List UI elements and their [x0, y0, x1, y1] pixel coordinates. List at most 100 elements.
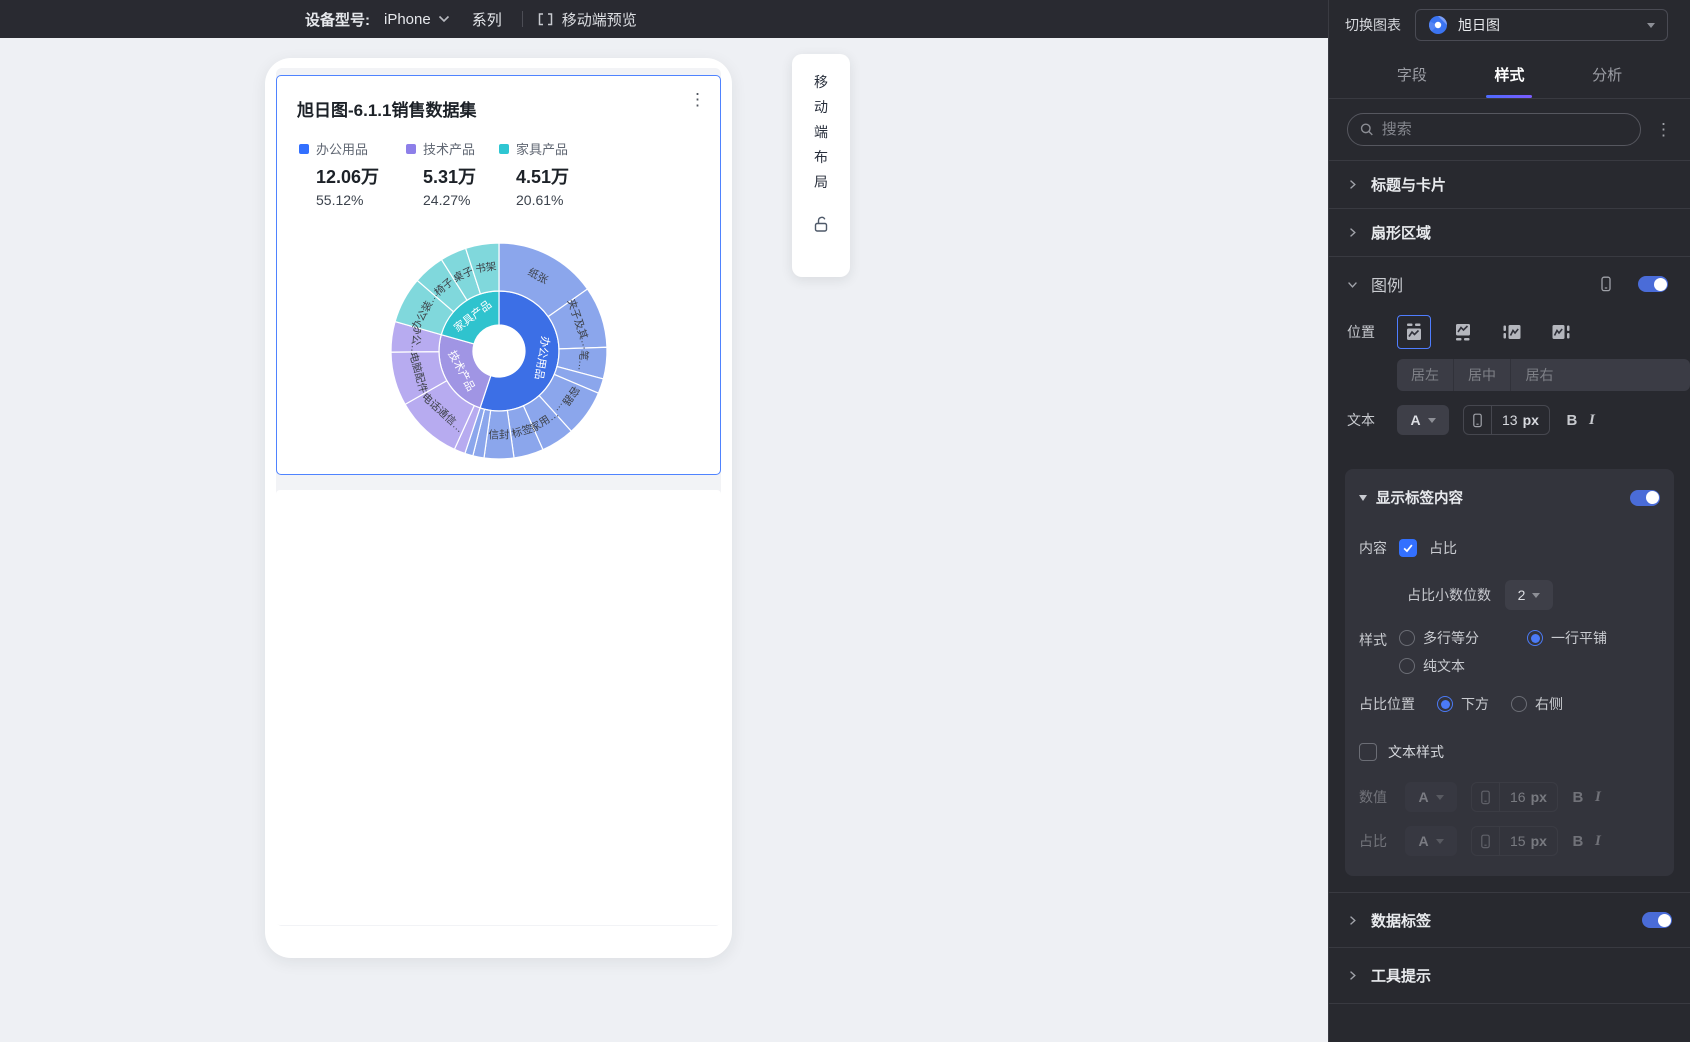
mobile-preview-label: 移动端预览 — [561, 11, 637, 29]
legend-toggle[interactable] — [1638, 276, 1668, 292]
value-row-label: 数值 — [1359, 789, 1387, 805]
style-panel: 切换图表 旭日图 字段 样式 分析 ⋮ 标题与卡片 — [1328, 0, 1690, 1042]
legend-value: 12.06万 — [316, 167, 380, 187]
value-color-button[interactable]: A — [1405, 782, 1457, 812]
radio-icon — [1399, 658, 1415, 674]
legend-position-bottom-button[interactable] — [1446, 315, 1480, 349]
content-row: 内容 占比 — [1359, 538, 1660, 558]
value-italic-button[interactable]: I — [1588, 789, 1608, 806]
section-data-label[interactable]: 数据标签 — [1329, 892, 1690, 948]
mobile-layout-panel[interactable]: 移 动 端 布 局 — [792, 54, 850, 277]
legend-value: 4.51万 — [516, 167, 570, 187]
radio-multiline[interactable]: 多行等分 — [1399, 628, 1527, 648]
unlock-icon[interactable] — [812, 215, 830, 238]
style-label: 样式 — [1359, 632, 1387, 648]
section-tooltip[interactable]: 工具提示 — [1329, 948, 1690, 1004]
italic-button[interactable]: I — [1582, 412, 1602, 429]
device-model-dropdown[interactable]: iPhone — [384, 11, 450, 28]
bold-button[interactable]: B — [1562, 412, 1582, 429]
legend-position-top-button[interactable] — [1397, 315, 1431, 349]
font-size-control[interactable]: 13 px — [1463, 405, 1550, 435]
tab-fields[interactable]: 字段 — [1397, 50, 1427, 98]
section-legend[interactable]: 图例 — [1329, 257, 1690, 311]
section-sector[interactable]: 扇形区域 — [1329, 209, 1690, 257]
value-size: 16 — [1510, 789, 1526, 805]
legend-position-right-button[interactable] — [1544, 315, 1578, 349]
search-row: ⋮ — [1329, 99, 1690, 161]
text-style-checkbox[interactable] — [1359, 743, 1377, 761]
tab-analysis[interactable]: 分析 — [1592, 50, 1622, 98]
legend-item[interactable]: 办公用品 12.06万 55.12% — [299, 139, 379, 208]
chevron-down-icon — [1348, 281, 1357, 288]
percent-option-label: 占比 — [1429, 540, 1457, 556]
empty-card[interactable] — [276, 490, 721, 925]
percent-style-row: 占比 A 15 px B I — [1359, 826, 1660, 856]
legend-value: 5.31万 — [423, 167, 477, 187]
check-icon — [1403, 544, 1413, 553]
triangle-down-icon — [1359, 494, 1367, 501]
tab-style[interactable]: 样式 — [1486, 50, 1533, 98]
legend-percent: 55.12% — [316, 192, 364, 208]
phone-icon — [1601, 276, 1611, 292]
legend-item[interactable]: 家具产品 4.51万 20.61% — [499, 139, 569, 208]
chevron-right-icon — [1350, 180, 1356, 189]
panel-tabs: 字段 样式 分析 — [1329, 50, 1690, 99]
chart-switcher-label: 切换图表 — [1345, 17, 1401, 33]
card-menu-dots[interactable]: ⋮ — [689, 90, 706, 110]
label-content-toggle[interactable] — [1630, 489, 1660, 506]
text-style-row: 文本样式 — [1359, 742, 1660, 762]
value-size-control[interactable]: 16 px — [1471, 782, 1558, 812]
sunburst-chart[interactable]: 办公用品纸张夹子及其…笔…容器…家用…标签信封技术产品电话通信…电脑配件办公…家… — [389, 241, 609, 461]
legend-item[interactable]: 技术产品 5.31万 24.27% — [406, 139, 476, 208]
percent-size: 15 — [1510, 833, 1526, 849]
chart-type-value: 旭日图 — [1458, 17, 1500, 33]
search-input[interactable] — [1381, 121, 1628, 138]
chevron-right-icon — [1350, 971, 1356, 980]
radio-icon — [1511, 696, 1527, 712]
legend-text-row: 文本 A 13 px B I — [1329, 405, 1690, 435]
decimal-places-dropdown[interactable]: 2 — [1505, 580, 1553, 610]
percent-checkbox[interactable] — [1399, 539, 1417, 557]
legend-position-left-button[interactable] — [1495, 315, 1529, 349]
percent-position-label: 占比位置 — [1359, 696, 1415, 712]
svg-text:信封: 信封 — [489, 428, 510, 441]
radio-right[interactable]: 右侧 — [1511, 694, 1563, 714]
radio-plaintext[interactable]: 纯文本 — [1399, 656, 1527, 676]
px-unit: px — [1530, 833, 1547, 849]
caret-down-icon — [1435, 838, 1444, 844]
chart-card[interactable]: 旭日图-6.1.1销售数据集 ⋮ 办公用品 12.06万 55.12% 技术产品… — [276, 75, 721, 475]
search-box[interactable] — [1347, 113, 1641, 146]
caret-down-icon — [1427, 417, 1436, 423]
legend-top-icon — [1407, 323, 1421, 340]
radio-icon — [1399, 630, 1415, 646]
mobile-preview-button[interactable]: 移动端预览 — [537, 9, 637, 30]
label-content-header[interactable]: 显示标签内容 — [1359, 487, 1660, 508]
device-model-value: iPhone — [384, 10, 431, 28]
text-color-button[interactable]: A — [1397, 405, 1449, 435]
value-bold-button[interactable]: B — [1568, 789, 1588, 806]
panel-menu-dots[interactable]: ⋮ — [1655, 121, 1672, 138]
phone-icon — [1473, 413, 1482, 427]
canvas-area: 旭日图-6.1.1销售数据集 ⋮ 办公用品 12.06万 55.12% 技术产品… — [0, 38, 1328, 1042]
chart-type-dropdown[interactable]: 旭日图 — [1415, 9, 1668, 41]
card-title: 旭日图-6.1.1销售数据集 — [297, 101, 477, 120]
radio-oneline[interactable]: 一行平铺 — [1527, 628, 1607, 648]
legend-align-left-button[interactable]: 居左 — [1397, 359, 1454, 391]
legend-swatch — [499, 143, 509, 154]
percent-bold-button[interactable]: B — [1568, 833, 1588, 850]
legend-position-label: 位置 — [1347, 324, 1375, 340]
section-title-card[interactable]: 标题与卡片 — [1329, 161, 1690, 209]
chevron-down-icon — [438, 15, 449, 23]
percent-italic-button[interactable]: I — [1588, 833, 1608, 850]
percent-size-control[interactable]: 15 px — [1471, 826, 1558, 856]
radio-below[interactable]: 下方 — [1437, 694, 1489, 714]
svg-text:笔…: 笔… — [575, 349, 590, 371]
mobile-layout-char: 动 — [814, 99, 828, 115]
legend-align-right-button[interactable]: 居右 — [1511, 359, 1568, 391]
data-label-toggle[interactable] — [1642, 912, 1672, 928]
legend-right-icon — [1552, 325, 1570, 339]
legend-align-center-button[interactable]: 居中 — [1454, 359, 1511, 391]
percent-color-button[interactable]: A — [1405, 826, 1457, 856]
legend-bottom-icon — [1456, 324, 1470, 341]
content-label: 内容 — [1359, 540, 1387, 556]
